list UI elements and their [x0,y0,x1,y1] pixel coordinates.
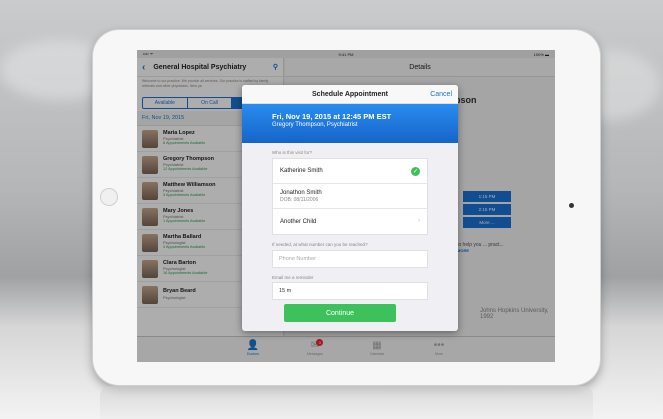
cancel-button[interactable]: Cancel [430,91,452,98]
appointment-banner: Fri, Nov 19, 2015 at 12:45 PM EST Gregor… [242,104,458,143]
home-button[interactable] [569,203,574,208]
app-screen: •••• ᯤ 9:41 PM 100% ▬ ‹ General Hospital… [137,50,555,362]
patient-name: Another Child [280,218,317,225]
reminder-select[interactable]: 15 m [272,282,428,300]
patient-option-jonathon[interactable]: Jonathon Smith DOB: 08/11/2006 [273,184,427,209]
patient-option-katherine[interactable]: Katherine Smith ✓ [273,159,427,184]
ipad-reflection [100,386,593,419]
appointment-provider: Gregory Thompson, Psychiatrist [272,122,358,128]
appointment-datetime: Fri, Nov 19, 2015 at 12:45 PM EST [272,112,392,121]
patient-dob: DOB: 08/11/2006 [280,196,319,203]
patient-name: Jonathon Smith [280,189,322,196]
checkmark-icon: ✓ [411,167,420,176]
reminder-value: 15 m [279,288,292,294]
patient-picker: Katherine Smith ✓ Jonathon Smith DOB: 08… [272,158,428,235]
camera-icon [100,188,118,206]
dialog-header: Schedule Appointment Cancel [242,85,458,104]
who-label: Who is this visit for? [272,150,313,155]
patient-option-another-child[interactable]: Another Child › [273,209,427,234]
patient-name: Katherine Smith [280,168,323,174]
phone-label: If needed, at what number can you be rea… [272,242,368,247]
schedule-appointment-dialog: Schedule Appointment Cancel Fri, Nov 19,… [242,85,458,331]
dialog-title: Schedule Appointment [312,90,388,98]
continue-button[interactable]: Continue [284,304,396,322]
chevron-right-icon: › [418,218,420,224]
phone-input[interactable]: Phone Number [272,250,428,268]
reminder-label: Email me a reminder [272,275,314,280]
